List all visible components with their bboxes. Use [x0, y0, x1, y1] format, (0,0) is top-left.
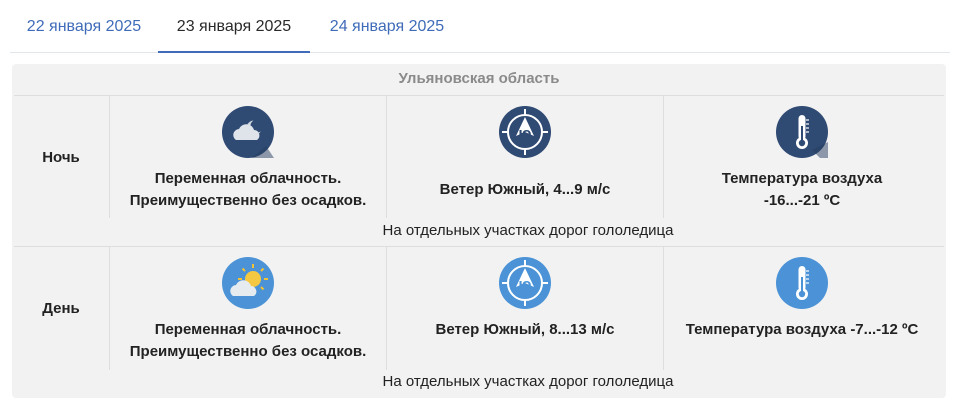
night-sky-cell: Переменная облачность. Преимущественно б… — [110, 96, 386, 220]
night-wind-cell: Ю Ветер Южный, 4...9 м/с — [387, 96, 663, 220]
svg-text:Ю: Ю — [519, 128, 532, 141]
day-sky-cell: Переменная облачность. Преимущественно б… — [110, 247, 386, 371]
night-sky-line1: Переменная облачность. — [154, 170, 342, 187]
tab-24-january[interactable]: 24 января 2025 — [310, 0, 464, 52]
cloud-sun-icon — [222, 257, 274, 309]
day-wind-cell: Ю Ветер Южный, 8...13 м/с — [387, 247, 663, 371]
row-label-night: Ночь — [42, 149, 80, 166]
night-road-note: На отдельных участках дорог гололедица — [382, 222, 674, 239]
day-temp-cell: Температура воздуха -7...-12 ºС — [664, 247, 940, 371]
night-temp-cell: Температура воздуха -16...-21 ºС — [664, 96, 940, 220]
thermometer-icon — [776, 257, 828, 309]
tab-22-january[interactable]: 22 января 2025 — [10, 0, 158, 52]
night-temp-line2: -16...-21 ºС — [763, 192, 841, 209]
night-sky-line2: Преимущественно без осадков. — [129, 192, 367, 209]
day-sky-line1: Переменная облачность. — [154, 321, 342, 338]
day-wind-text: Ветер Южный, 8...13 м/с — [435, 321, 615, 338]
night-wind-text: Ветер Южный, 4...9 м/с — [439, 181, 611, 198]
row-label-day: День — [42, 300, 80, 317]
compass-south-icon: Ю — [499, 106, 551, 158]
date-tabs: 22 января 2025 23 января 2025 24 января … — [10, 0, 950, 53]
tab-23-january[interactable]: 23 января 2025 — [158, 0, 310, 53]
forecast-panel: Ульяновская область Ночь Переменная обла… — [12, 64, 946, 398]
night-temp-line1: Температура воздуха — [721, 170, 883, 187]
svg-text:Ю: Ю — [519, 279, 532, 292]
day-sky-line2: Преимущественно без осадков. — [129, 343, 367, 360]
day-temp-text: Температура воздуха -7...-12 ºС — [685, 321, 919, 338]
cloud-moon-icon — [222, 106, 274, 158]
thermometer-icon — [776, 106, 828, 158]
day-road-note: На отдельных участках дорог гололедица — [382, 373, 674, 390]
region-title: Ульяновская область — [398, 70, 560, 87]
compass-south-icon: Ю — [499, 257, 551, 309]
